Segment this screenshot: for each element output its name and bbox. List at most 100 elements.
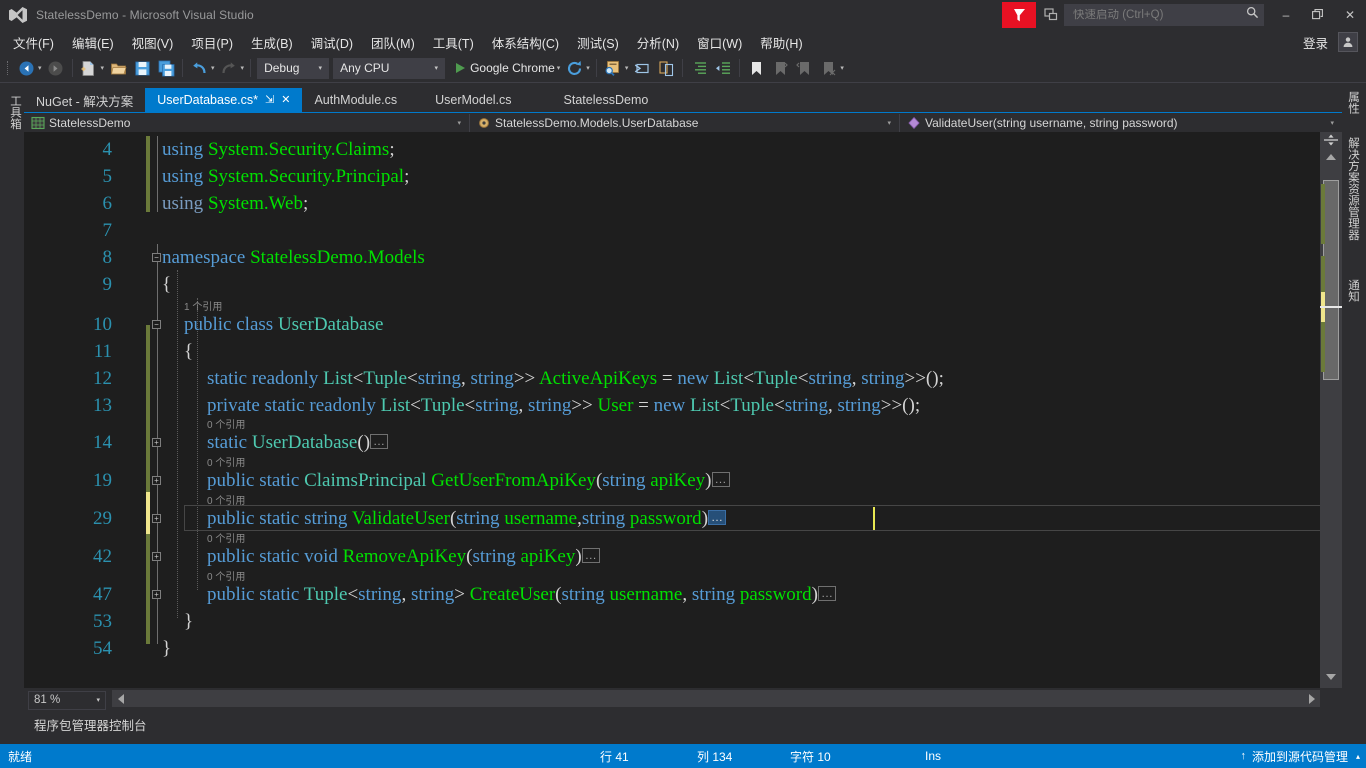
caret-up-icon[interactable]: ▴ bbox=[1356, 752, 1360, 761]
menu-help[interactable]: 帮助(H) bbox=[751, 30, 811, 55]
code-text-area[interactable]: 4 using System.Security.Claims; 5 using … bbox=[24, 132, 1334, 688]
collapsed-block-getuserfromapikey[interactable]: … bbox=[711, 472, 730, 487]
rail-tab-properties[interactable]: 属性 bbox=[1341, 85, 1365, 120]
fold-toggle-removeapikey[interactable]: + bbox=[152, 552, 161, 561]
fold-toggle-class[interactable]: − bbox=[152, 320, 161, 329]
decrease-indent-icon[interactable] bbox=[712, 57, 734, 79]
menu-project[interactable]: 项目(P) bbox=[182, 30, 242, 55]
chevron-down-icon-project[interactable]: ▾ bbox=[451, 119, 467, 127]
save-file-icon[interactable] bbox=[131, 57, 153, 79]
quick-launch-input[interactable] bbox=[1073, 9, 1246, 21]
chevron-down-icon-zoom[interactable]: ▾ bbox=[91, 696, 105, 704]
toolbar-grip[interactable] bbox=[4, 59, 14, 77]
tab-nuget-solution[interactable]: NuGet - 解决方案 bbox=[24, 88, 145, 112]
undo-dropdown-icon[interactable]: ▾ bbox=[211, 65, 215, 72]
menu-tools[interactable]: 工具(T) bbox=[424, 30, 483, 55]
previous-bookmark-icon[interactable] bbox=[769, 57, 791, 79]
fold-toggle-validateuser[interactable]: + bbox=[152, 514, 161, 523]
chevron-down-icon[interactable]: ▾ bbox=[315, 64, 327, 72]
collapsed-block-ctor[interactable]: … bbox=[370, 434, 389, 449]
send-feedback-icon[interactable] bbox=[1002, 2, 1036, 28]
menu-architecture[interactable]: 体系结构(C) bbox=[483, 30, 568, 55]
refresh-dropdown-icon[interactable]: ▾ bbox=[586, 65, 590, 72]
menu-team[interactable]: 团队(M) bbox=[362, 30, 424, 55]
chevron-down-icon-type[interactable]: ▾ bbox=[881, 119, 897, 127]
toggle-bookmark-icon[interactable] bbox=[745, 57, 767, 79]
collapsed-block-validateuser[interactable]: … bbox=[708, 510, 727, 525]
toolbar-separator-4 bbox=[595, 59, 597, 77]
navbar-type-combo[interactable]: StatelessDemo.Models.UserDatabase ▾ bbox=[470, 113, 900, 132]
scroll-down-arrow[interactable] bbox=[1320, 668, 1342, 685]
undo-icon[interactable] bbox=[188, 57, 210, 79]
chevron-down-icon-2[interactable]: ▾ bbox=[431, 64, 443, 72]
comment-selection-icon[interactable] bbox=[631, 57, 653, 79]
minimize-button[interactable]: – bbox=[1270, 0, 1302, 30]
vertical-scroll-thumb[interactable] bbox=[1323, 180, 1339, 380]
tab-userdatabase-cs[interactable]: UserDatabase.cs* ⇲ ✕ bbox=[145, 88, 303, 112]
save-all-icon[interactable] bbox=[155, 57, 177, 79]
collapsed-block-removeapikey[interactable]: … bbox=[581, 548, 600, 563]
clear-bookmarks-icon[interactable] bbox=[817, 57, 839, 79]
navigate-backward-icon[interactable] bbox=[15, 57, 37, 79]
tab-package-manager-console[interactable]: 程序包管理器控制台 bbox=[24, 712, 157, 736]
menu-analyze[interactable]: 分析(N) bbox=[628, 30, 688, 55]
menu-view[interactable]: 视图(V) bbox=[123, 30, 183, 55]
solution-platform-combo[interactable]: Any CPU ▾ bbox=[333, 57, 446, 79]
start-debugging-button[interactable]: Google Chrome bbox=[451, 57, 557, 79]
menu-debug[interactable]: 调试(D) bbox=[302, 30, 362, 55]
redo-icon[interactable] bbox=[218, 57, 240, 79]
redo-dropdown-icon[interactable]: ▾ bbox=[241, 65, 245, 72]
tab-statelessdemo[interactable]: StatelessDemo bbox=[538, 88, 675, 112]
menu-edit[interactable]: 编辑(E) bbox=[63, 30, 123, 55]
notification-window-icon[interactable] bbox=[1038, 2, 1064, 28]
find-in-files-icon[interactable] bbox=[602, 57, 624, 79]
pin-icon[interactable]: ⇲ bbox=[265, 94, 274, 106]
refresh-browser-icon[interactable] bbox=[563, 57, 585, 79]
collapsed-block-createuser[interactable]: … bbox=[817, 586, 836, 601]
open-file-icon[interactable] bbox=[107, 57, 129, 79]
close-button[interactable]: ✕ bbox=[1334, 0, 1366, 30]
navigate-forward-icon[interactable] bbox=[45, 57, 67, 79]
editor-vertical-scrollbar[interactable] bbox=[1320, 132, 1342, 688]
code-editor[interactable]: 4 using System.Security.Claims; 5 using … bbox=[24, 132, 1342, 688]
fold-toggle-namespace[interactable]: − bbox=[152, 253, 161, 262]
solution-configuration-combo[interactable]: Debug ▾ bbox=[257, 57, 330, 79]
quick-launch-box[interactable] bbox=[1064, 4, 1264, 26]
fold-toggle-getuserfromapikey[interactable]: + bbox=[152, 476, 161, 485]
menu-file[interactable]: 文件(F) bbox=[4, 30, 63, 55]
new-project-dropdown-icon[interactable]: ▾ bbox=[101, 65, 105, 72]
class-icon bbox=[476, 115, 491, 130]
zoom-level-combo[interactable]: 81 % ▾ bbox=[28, 690, 106, 710]
fold-toggle-createuser[interactable]: + bbox=[152, 590, 161, 599]
add-to-source-control-button[interactable]: 添加到源代码管理 bbox=[1252, 748, 1348, 765]
editor-horizontal-scrollbar[interactable] bbox=[112, 690, 1320, 707]
close-icon[interactable]: ✕ bbox=[281, 94, 290, 106]
navbar-member-combo[interactable]: ValidateUser(string username, string pas… bbox=[900, 113, 1342, 132]
run-target-dropdown-icon[interactable]: ▾ bbox=[557, 65, 561, 72]
new-project-icon[interactable] bbox=[78, 57, 100, 79]
fold-toggle-ctor[interactable]: + bbox=[152, 438, 161, 447]
rail-tab-solution-explorer[interactable]: 解决方案资源管理器 bbox=[1341, 131, 1365, 247]
chevron-down-icon-member[interactable]: ▾ bbox=[1324, 119, 1340, 127]
split-view-handle[interactable] bbox=[1320, 132, 1342, 148]
scroll-up-arrow[interactable] bbox=[1320, 148, 1342, 165]
find-dropdown-icon[interactable]: ▾ bbox=[625, 65, 629, 72]
menu-test[interactable]: 测试(S) bbox=[568, 30, 628, 55]
account-icon[interactable] bbox=[1338, 32, 1358, 52]
menu-build[interactable]: 生成(B) bbox=[242, 30, 302, 55]
increase-indent-icon[interactable] bbox=[688, 57, 710, 79]
navbar-project-combo[interactable]: StatelessDemo ▾ bbox=[24, 113, 470, 132]
restore-button[interactable] bbox=[1302, 0, 1334, 30]
tab-usermodel-cs[interactable]: UserModel.cs bbox=[409, 88, 537, 112]
tab-authmodule-cs[interactable]: AuthModule.cs bbox=[302, 88, 409, 112]
sign-in-link[interactable]: 登录 bbox=[1293, 31, 1338, 54]
toolbar-overflow-icon[interactable]: ▾ bbox=[840, 65, 844, 72]
navigate-backward-dropdown-icon[interactable]: ▾ bbox=[38, 65, 42, 72]
next-bookmark-icon[interactable] bbox=[793, 57, 815, 79]
scroll-right-arrow[interactable] bbox=[1303, 690, 1320, 707]
uncomment-selection-icon[interactable] bbox=[655, 57, 677, 79]
line-number-5: 5 bbox=[102, 166, 113, 187]
menu-window[interactable]: 窗口(W) bbox=[688, 30, 751, 55]
rail-tab-notifications[interactable]: 通知 bbox=[1341, 273, 1365, 308]
scroll-left-arrow[interactable] bbox=[112, 690, 129, 707]
